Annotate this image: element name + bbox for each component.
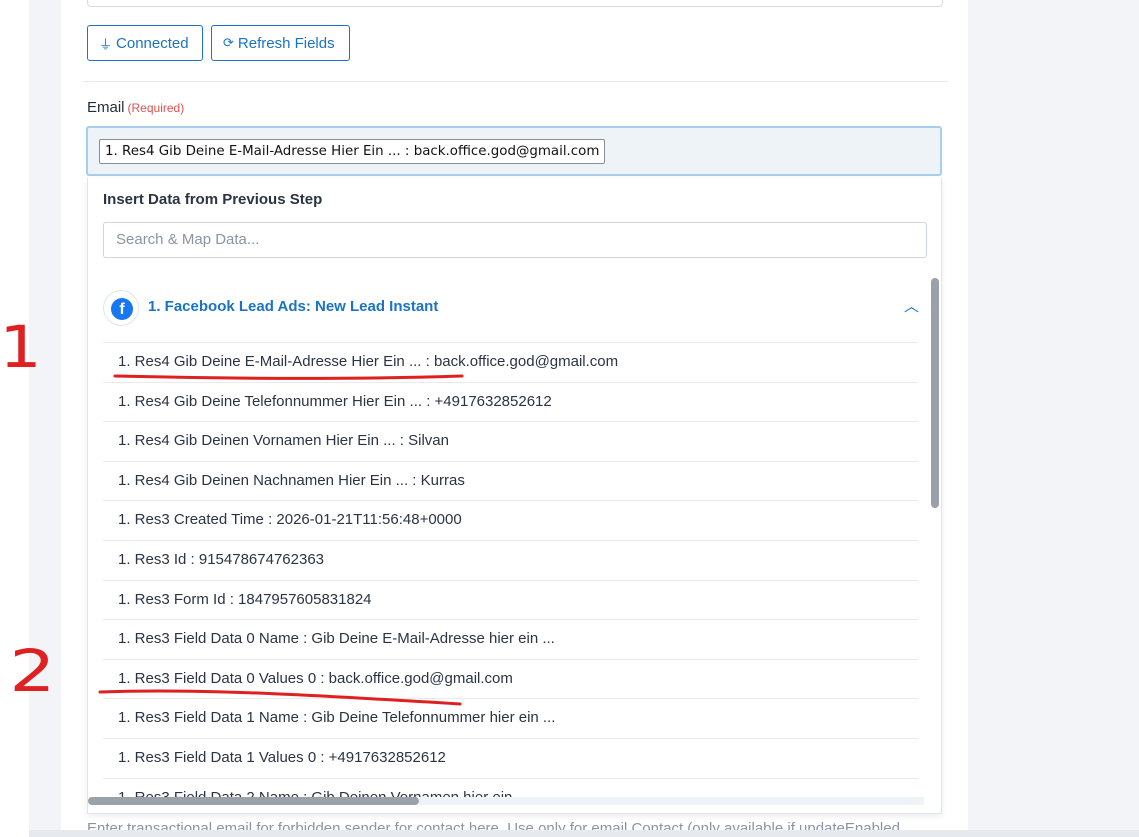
facebook-icon: f <box>103 290 139 326</box>
facebook-lead-ads-group-header[interactable]: f 1. Facebook Lead Ads: New Lead Instant… <box>103 290 923 326</box>
connected-button-label: Connected <box>116 34 189 52</box>
list-item[interactable]: 1. Res3 Created Time : 2026-01-21T11:56:… <box>103 500 918 540</box>
previous-field-input[interactable] <box>87 0 943 7</box>
horizontal-scrollbar-track[interactable] <box>419 797 924 805</box>
email-field-label: Email (Required) <box>87 99 184 116</box>
list-item[interactable]: 1. Res4 Gib Deinen Nachnamen Hier Ein ..… <box>103 460 918 501</box>
search-map-data-input[interactable]: Search & Map Data... <box>103 222 927 258</box>
annotation-number-1: 1 <box>0 313 42 381</box>
list-item[interactable]: 1. Res3 Field Data 0 Name : Gib Deine E-… <box>103 619 918 659</box>
dropdown-title: Insert Data from Previous Step <box>103 191 323 208</box>
required-marker: (Required) <box>127 101 185 115</box>
window-bottom-edge <box>29 830 1139 837</box>
list-item[interactable]: 1. Res3 Form Id : 1847957605831824 <box>103 579 918 620</box>
insert-data-dropdown: Insert Data from Previous Step Search & … <box>87 178 942 814</box>
vertical-scrollbar[interactable] <box>931 278 940 798</box>
group-title: 1. Facebook Lead Ads: New Lead Instant <box>148 298 439 315</box>
connected-button[interactable]: ⏚ Connected <box>87 25 203 61</box>
list-item[interactable]: 1. Res3 Field Data 0 Values 0 : back.off… <box>103 658 918 699</box>
refresh-fields-label: Refresh Fields <box>237 34 335 52</box>
section-divider <box>83 81 948 82</box>
list-item[interactable]: 1. Res4 Gib Deinen Vornamen Hier Ein ...… <box>103 421 918 461</box>
page-background-left <box>29 0 61 837</box>
vertical-scrollbar-thumb[interactable] <box>931 278 939 508</box>
list-item[interactable]: 1. Res4 Gib Deine E-Mail-Adresse Hier Ei… <box>103 342 918 382</box>
list-item[interactable]: 1. Res4 Gib Deine Telefonnummer Hier Ein… <box>103 381 918 422</box>
window-left-edge <box>0 0 29 837</box>
list-item[interactable]: 1. Res3 Field Data 1 Values 0 : +4917632… <box>103 737 918 778</box>
data-field-list: 1. Res4 Gib Deine E-Mail-Adresse Hier Ei… <box>103 342 918 813</box>
chevron-up-icon[interactable]: ︿ <box>904 295 919 316</box>
email-label-text: Email <box>87 99 125 116</box>
list-item[interactable]: 1. Res3 Field Data 1 Name : Gib Deine Te… <box>103 698 918 738</box>
page-background-right <box>968 0 1139 837</box>
refresh-fields-button[interactable]: ⟳ Refresh Fields <box>211 25 350 61</box>
plug-icon: ⏚ <box>99 36 113 52</box>
horizontal-scrollbar-thumb[interactable] <box>88 797 419 805</box>
refresh-icon: ⟳ <box>223 35 234 50</box>
list-item[interactable]: 1. Res3 Id : 915478674762363 <box>103 539 918 580</box>
list-item[interactable]: 1. Res3 Field Data 2 Name : Gib Deinen V… <box>103 777 918 813</box>
email-input[interactable]: 1. Res4 Gib Deine E-Mail-Adresse Hier Ei… <box>86 126 942 176</box>
annotation-number-2: 2 <box>9 637 56 705</box>
mapped-data-chip[interactable]: 1. Res4 Gib Deine E-Mail-Adresse Hier Ei… <box>99 139 606 164</box>
